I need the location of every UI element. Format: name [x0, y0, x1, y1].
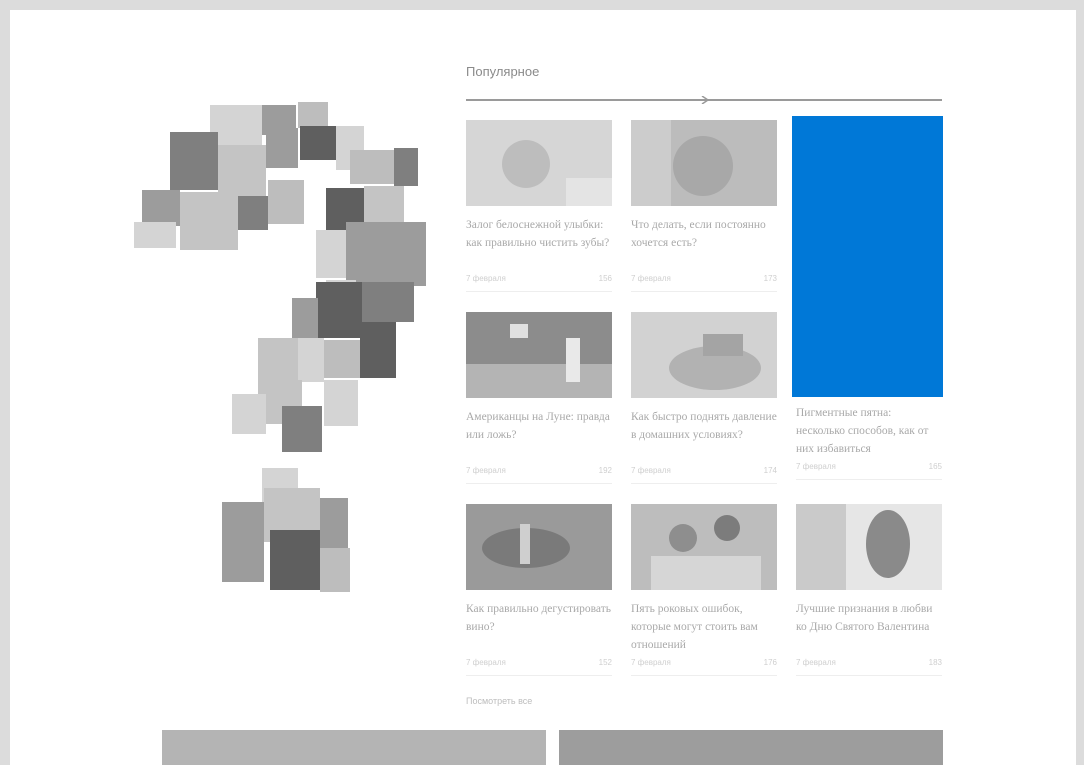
ad-banner[interactable]: [792, 116, 943, 397]
article-card[interactable]: Пять роковых ошибок, которые могут стоит…: [631, 504, 777, 676]
article-date: 7 февраля: [631, 274, 671, 283]
article-views: 192: [598, 466, 612, 475]
collage-photo: [292, 298, 318, 338]
collage-photo: [238, 196, 268, 230]
article-thumbnail[interactable]: [796, 504, 942, 590]
article-card[interactable]: Как быстро поднять давление в домашних у…: [631, 312, 777, 484]
article-meta: 7 февраля 176: [631, 658, 777, 676]
featured-banner-left[interactable]: [162, 730, 546, 765]
article-meta: 7 февраля 152: [466, 658, 612, 676]
page-frame: Популярное Залог белоснежной улыбки: как…: [10, 10, 1076, 765]
article-date: 7 февраля: [466, 466, 506, 475]
collage-photo: [134, 222, 176, 248]
article-card[interactable]: Как правильно дегустировать вино? 7 февр…: [466, 504, 612, 676]
article-views: 165: [928, 462, 942, 471]
article-title[interactable]: Как быстро поднять давление в домашних у…: [631, 408, 777, 462]
collage-photo: [320, 498, 348, 548]
view-all-link[interactable]: Посмотреть все: [466, 696, 532, 706]
collage-photo: [142, 190, 180, 226]
article-card[interactable]: Пигментные пятна: несколько способов, ка…: [796, 404, 942, 480]
article-thumbnail[interactable]: [631, 504, 777, 590]
collage-photo: [360, 322, 396, 378]
collage-photo: [170, 132, 218, 190]
collage-photo: [316, 282, 362, 338]
article-date: 7 февраля: [466, 274, 506, 283]
article-meta: 7 февраля 174: [631, 466, 777, 484]
article-meta: 7 февраля 156: [466, 274, 612, 292]
collage-photo: [350, 150, 394, 184]
article-title[interactable]: Как правильно дегустировать вино?: [466, 600, 612, 654]
article-card[interactable]: Лучшие признания в любви ко Дню Святого …: [796, 504, 942, 676]
collage-photo: [298, 102, 328, 128]
article-thumbnail[interactable]: [631, 312, 777, 398]
collage-photo: [268, 180, 304, 224]
article-thumbnail[interactable]: [466, 120, 612, 206]
article-views: 183: [928, 658, 942, 667]
article-card[interactable]: Залог белоснежной улыбки: как правильно …: [466, 120, 612, 292]
article-date: 7 февраля: [631, 658, 671, 667]
article-title[interactable]: Пять роковых ошибок, которые могут стоит…: [631, 600, 777, 654]
article-views: 152: [598, 658, 612, 667]
article-title[interactable]: Что делать, если постоянно хочется есть?: [631, 216, 777, 270]
article-views: 176: [763, 658, 777, 667]
collage-photo: [232, 394, 266, 434]
article-title[interactable]: Американцы на Луне: правда или ложь?: [466, 408, 612, 462]
collage-photo: [346, 222, 426, 286]
article-meta: 7 февраля 165: [796, 462, 942, 480]
featured-banner-right[interactable]: [559, 730, 943, 765]
article-title[interactable]: Лучшие признания в любви ко Дню Святого …: [796, 600, 942, 654]
article-thumbnail[interactable]: [466, 504, 612, 590]
article-views: 156: [598, 274, 612, 283]
article-views: 174: [763, 466, 777, 475]
collage-photo: [324, 340, 360, 378]
article-card[interactable]: Что делать, если постоянно хочется есть?…: [631, 120, 777, 292]
collage-photo: [266, 128, 298, 168]
article-meta: 7 февраля 173: [631, 274, 777, 292]
article-date: 7 февраля: [466, 658, 506, 667]
question-mark-collage: [10, 10, 450, 610]
collage-photo: [180, 192, 238, 250]
section-divider: [466, 96, 942, 104]
article-card[interactable]: Американцы на Луне: правда или ложь? 7 ф…: [466, 312, 612, 484]
collage-photo: [298, 338, 324, 382]
collage-photo: [320, 548, 350, 592]
collage-photo: [394, 148, 418, 186]
article-meta: 7 февраля 183: [796, 658, 942, 676]
collage-photo: [362, 282, 414, 322]
collage-photo: [300, 126, 336, 160]
article-meta: 7 февраля 192: [466, 466, 612, 484]
article-thumbnail[interactable]: [466, 312, 612, 398]
article-title[interactable]: Пигментные пятна: несколько способов, ка…: [796, 404, 942, 458]
collage-photo: [324, 380, 358, 426]
article-date: 7 февраля: [631, 466, 671, 475]
collage-photo: [222, 502, 264, 582]
article-thumbnail[interactable]: [631, 120, 777, 206]
article-date: 7 февраля: [796, 462, 836, 471]
collage-photo: [282, 406, 322, 452]
article-views: 173: [763, 274, 777, 283]
article-date: 7 февраля: [796, 658, 836, 667]
article-title[interactable]: Залог белоснежной улыбки: как правильно …: [466, 216, 612, 270]
collage-photo: [364, 186, 404, 226]
collage-photo: [316, 230, 346, 278]
section-title: Популярное: [466, 64, 540, 79]
